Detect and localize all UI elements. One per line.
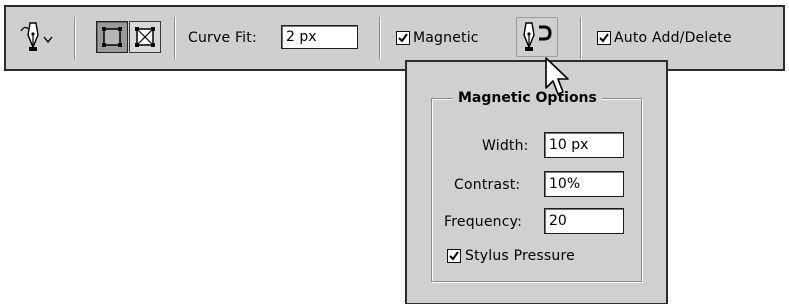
screen: Curve Fit: Magnetic: [0, 0, 789, 304]
separator: [174, 17, 176, 59]
tool-preset-picker[interactable]: [16, 19, 62, 55]
magnetic-options-title: Magnetic Options: [453, 89, 602, 107]
shape-layers-button[interactable]: [96, 21, 128, 53]
frequency-input[interactable]: [544, 208, 624, 234]
contrast-input[interactable]: [544, 171, 624, 197]
stylus-pressure-label: Stylus Pressure: [465, 248, 575, 264]
curve-fit-input[interactable]: [281, 25, 358, 49]
magnetic-checkbox[interactable]: [396, 31, 410, 45]
magnetic-pen-icon: [517, 18, 557, 56]
frequency-label: Frequency:: [444, 214, 523, 230]
auto-add-delete-label: Auto Add/Delete: [614, 30, 732, 46]
magnetic-label: Magnetic: [413, 30, 479, 46]
magnetic-options-popup: Magnetic Options Width: Contrast: Freque…: [405, 60, 668, 304]
mode-button-group: [96, 21, 166, 53]
auto-add-delete-checkbox[interactable]: [597, 31, 611, 45]
freeform-pen-icon: [16, 19, 62, 55]
magnetic-options-button[interactable]: [516, 17, 558, 57]
separator: [580, 17, 582, 59]
width-label: Width:: [482, 138, 529, 154]
stylus-pressure-checkbox[interactable]: [447, 249, 461, 263]
contrast-label: Contrast:: [454, 177, 521, 193]
width-input[interactable]: [544, 132, 624, 158]
checkmark-icon: [599, 33, 609, 43]
curve-fit-label: Curve Fit:: [188, 30, 257, 46]
paths-icon: [130, 22, 160, 52]
paths-button[interactable]: [129, 21, 161, 53]
checkmark-icon: [449, 251, 459, 261]
checkmark-icon: [398, 33, 408, 43]
shape-layers-icon: [97, 22, 127, 52]
separator: [379, 17, 381, 59]
separator: [74, 17, 76, 59]
mouse-cursor-icon: [540, 56, 574, 100]
